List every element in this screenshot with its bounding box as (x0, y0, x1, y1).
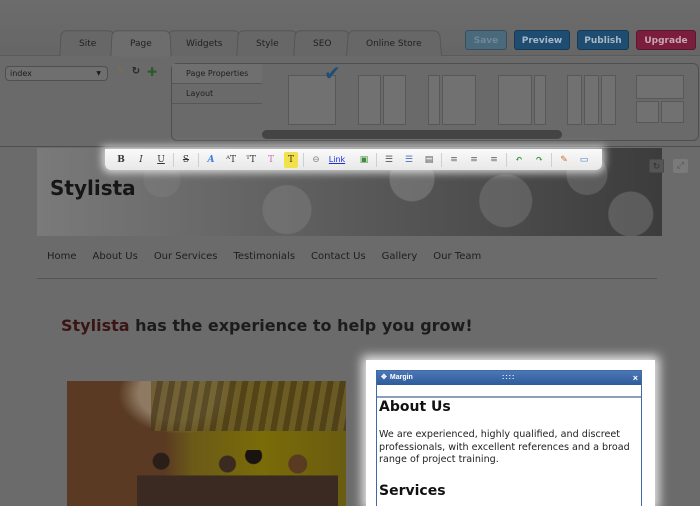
move-icon[interactable]: ✥ (381, 374, 387, 381)
upgrade-button[interactable]: Upgrade (636, 30, 696, 50)
indent-icon[interactable]: ▤ (419, 152, 439, 168)
preview-button[interactable]: Preview (514, 30, 570, 50)
headline-text: has the experience to help you grow! (129, 316, 473, 335)
underline-icon[interactable]: U (151, 152, 171, 168)
page-properties-box: Page Properties Layout ✔ (171, 61, 699, 141)
checkmark-icon: ✔ (324, 61, 341, 85)
layout-scrollbar[interactable] (262, 130, 562, 139)
pencil-icon[interactable]: ✎ (115, 65, 127, 79)
layout-header-two-columns[interactable] (636, 75, 686, 125)
tab-widgets[interactable]: Widgets (166, 30, 243, 57)
rotate-icon[interactable]: ↻ (649, 159, 664, 173)
widget-margin-area[interactable] (377, 385, 641, 398)
editor-tabs: Site Page Widgets Style SEO Online Store (59, 30, 442, 57)
nav-testimonials[interactable]: Testimonials (233, 251, 295, 262)
chevron-down-icon: ▼ (96, 70, 101, 77)
tab-seo[interactable]: SEO (293, 30, 352, 57)
redo-icon[interactable]: ↷ (529, 152, 549, 168)
editor-top-bar: Site Page Widgets Style SEO Online Store… (0, 0, 700, 57)
nav-our-services[interactable]: Our Services (154, 251, 218, 262)
link-button[interactable]: Link (326, 152, 348, 168)
tab-online-store[interactable]: Online Store (345, 30, 442, 57)
toolbar-separator (506, 152, 507, 167)
widget-bar-label: Margin (389, 374, 413, 381)
numbered-list-icon[interactable]: ☰ (379, 152, 399, 168)
photo-people (136, 449, 338, 506)
page-headline[interactable]: Stylista has the experience to help you … (61, 316, 473, 335)
menu-layout[interactable]: Layout (172, 84, 262, 104)
strikethrough-icon[interactable]: S (176, 152, 196, 168)
page-select[interactable]: index ▼ (5, 66, 108, 81)
layout-wide-left-narrow-right[interactable] (498, 75, 548, 125)
nav-contact-us[interactable]: Contact Us (311, 251, 366, 262)
toolbar-separator (198, 152, 199, 167)
toolbar-separator (376, 152, 377, 167)
close-icon[interactable]: × (633, 371, 638, 385)
team-photo[interactable] (67, 381, 346, 506)
properties-menu: Page Properties Layout (172, 64, 262, 104)
site-nav: Home About Us Our Services Testimonials … (47, 251, 481, 262)
bold-icon[interactable]: B (111, 152, 131, 168)
toolbar-separator (303, 152, 304, 167)
nav-our-team[interactable]: Our Team (433, 251, 481, 262)
format-toolbar: B I U S A ᴬT ᵀT T T ⊖ Link ▣ ☰ ☰ ▤ ≡ ≡ ≡… (105, 149, 602, 170)
nav-home[interactable]: Home (47, 251, 77, 262)
nav-about-us[interactable]: About Us (93, 251, 138, 262)
tab-site[interactable]: Site (59, 30, 116, 57)
bullet-list-icon[interactable]: ☰ (399, 152, 419, 168)
page-settings-panel: index ▼ ✎ ↻ ✚ Page Properties Layout ✔ (0, 57, 700, 147)
tab-style[interactable]: Style (236, 30, 299, 57)
services-heading[interactable]: Services (379, 483, 639, 499)
font-size-icon[interactable]: ᴬT (221, 152, 241, 168)
refresh-icon[interactable]: ↻ (130, 65, 142, 79)
html-source-icon[interactable]: ▭ (574, 152, 594, 168)
layout-single-column[interactable]: ✔ (288, 61, 341, 125)
font-icon[interactable]: A (201, 152, 221, 168)
about-heading[interactable]: About Us (379, 399, 639, 415)
insert-image-icon[interactable]: ▣ (354, 152, 374, 168)
toolbar-separator (551, 152, 552, 167)
add-page-icon[interactable]: ✚ (146, 65, 158, 79)
publish-button[interactable]: Publish (577, 30, 629, 50)
tab-page[interactable]: Page (110, 30, 172, 57)
headline-brand: Stylista (61, 316, 130, 335)
unlink-icon[interactable]: ⊖ (306, 152, 326, 168)
expand-icon[interactable]: ⤢ (673, 159, 688, 173)
nav-divider (37, 278, 657, 279)
align-center-icon[interactable]: ≡ (464, 152, 484, 168)
menu-page-properties[interactable]: Page Properties (172, 64, 262, 84)
align-right-icon[interactable]: ≡ (484, 152, 504, 168)
italic-icon[interactable]: I (131, 152, 151, 168)
widget-title-bar[interactable]: ✥ Margin :::: × (377, 371, 641, 385)
layout-two-equal-columns[interactable] (358, 75, 408, 125)
text-color-icon[interactable]: T (261, 152, 281, 168)
undo-icon[interactable]: ↶ (509, 152, 529, 168)
toolbar-separator (441, 152, 442, 167)
site-title[interactable]: Stylista (50, 176, 136, 200)
align-left-icon[interactable]: ≡ (444, 152, 464, 168)
layout-narrow-left-wide-right[interactable] (428, 75, 478, 125)
drag-grip-icon[interactable]: :::: (502, 371, 515, 385)
highlight-icon[interactable]: T (284, 151, 298, 168)
toolbar-separator (173, 152, 174, 167)
widget-content[interactable]: About Us We are experienced, highly qual… (377, 398, 641, 506)
layout-three-columns[interactable] (567, 75, 617, 125)
about-paragraph[interactable]: We are experienced, highly qualified, an… (379, 429, 639, 467)
save-button[interactable]: Save (465, 30, 507, 50)
photo-ceiling (150, 381, 346, 431)
text-widget[interactable]: ✥ Margin :::: × About Us We are experienc… (376, 370, 642, 506)
clear-format-icon[interactable]: ✎ (554, 152, 574, 168)
nav-gallery[interactable]: Gallery (382, 251, 418, 262)
page-select-value: index (10, 69, 32, 78)
text-size-icon[interactable]: ᵀT (241, 152, 261, 168)
